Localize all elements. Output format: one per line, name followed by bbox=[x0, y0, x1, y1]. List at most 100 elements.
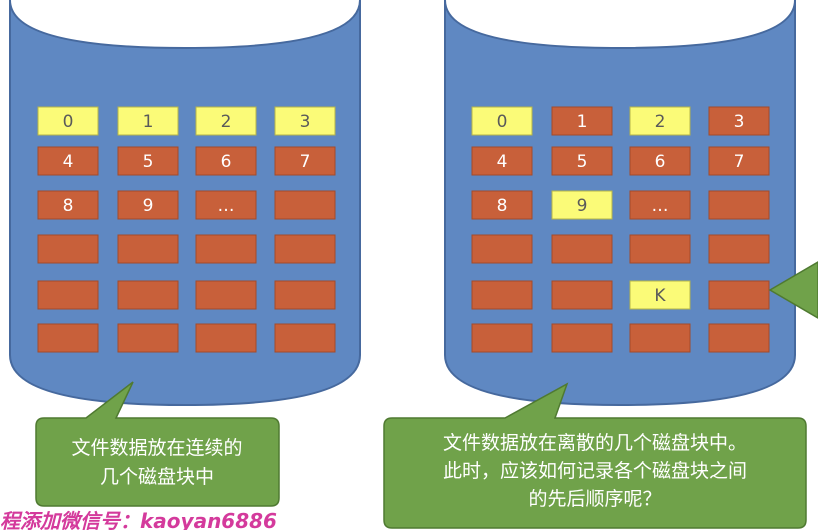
left-disk-block-label: 1 bbox=[143, 112, 154, 132]
left-disk-block: 3 bbox=[274, 106, 336, 136]
right-disk-block-rect bbox=[551, 280, 613, 310]
right-disk-block-rect bbox=[708, 234, 770, 264]
left-disk-block-rect bbox=[37, 323, 99, 353]
right-disk-block bbox=[708, 234, 770, 264]
left-disk-block-label: 3 bbox=[300, 112, 311, 132]
left-disk-block: 6 bbox=[195, 146, 257, 176]
left-disk-block bbox=[195, 323, 257, 353]
left-disk-block-rect bbox=[117, 323, 179, 353]
right-disk-block-label: 5 bbox=[577, 152, 588, 172]
left-disk-block: 1 bbox=[117, 106, 179, 136]
left-disk-block-rect bbox=[195, 234, 257, 264]
left-disk-block: 2 bbox=[195, 106, 257, 136]
left-disk-block: 5 bbox=[117, 146, 179, 176]
left-disk-block-rect bbox=[274, 190, 336, 220]
left-disk-block-label: … bbox=[218, 196, 235, 216]
left-disk-block-label: 9 bbox=[143, 196, 154, 216]
right-disk-block-rect bbox=[708, 323, 770, 353]
right-disk-block: … bbox=[629, 190, 691, 220]
right-disk-block-label: 0 bbox=[497, 112, 508, 132]
right-disk-block bbox=[629, 234, 691, 264]
right-disk-block bbox=[471, 323, 533, 353]
right-disk-block: 9 bbox=[551, 190, 613, 220]
left-disk-block-label: 5 bbox=[143, 152, 154, 172]
left-disk-block-rect bbox=[37, 234, 99, 264]
left-disk-block-rect bbox=[274, 323, 336, 353]
left-disk-block-rect bbox=[195, 323, 257, 353]
left-disk-block-rect bbox=[37, 280, 99, 310]
left-disk-block bbox=[274, 234, 336, 264]
left-disk-block: 7 bbox=[274, 146, 336, 176]
right-disk-block bbox=[471, 280, 533, 310]
right-callout-line-2: 此时，应该如何记录各个磁盘块之间 bbox=[443, 460, 747, 482]
left-disk-block: 0 bbox=[37, 106, 99, 136]
right-disk-block-label: 6 bbox=[655, 152, 666, 172]
left-disk: 0 1 2 3 4 5 6 7 8 9 … bbox=[9, 0, 361, 407]
left-disk-block bbox=[195, 234, 257, 264]
left-disk-block bbox=[37, 280, 99, 310]
right-disk-block: 1 bbox=[551, 106, 613, 136]
right-disk-block-rect bbox=[708, 190, 770, 220]
right-disk-block-rect bbox=[629, 234, 691, 264]
right-disk-block bbox=[708, 323, 770, 353]
right-disk-block-label: K bbox=[654, 286, 666, 306]
left-disk-block-label: 4 bbox=[63, 152, 74, 172]
right-disk-block-rect bbox=[551, 323, 613, 353]
left-disk-block bbox=[37, 323, 99, 353]
right-disk-block: 5 bbox=[551, 146, 613, 176]
disk-allocation-diagram: 0 1 2 3 4 5 6 7 8 9 … 0 1 2 3 4 5 6 7 8 9 … K 文件数据放在连续的 几个磁盘块… bbox=[0, 0, 818, 530]
left-disk-block bbox=[117, 280, 179, 310]
left-disk-block: 9 bbox=[117, 190, 179, 220]
left-disk-block-rect bbox=[195, 280, 257, 310]
left-disk-block-label: 8 bbox=[63, 196, 74, 216]
left-disk-block bbox=[274, 190, 336, 220]
right-disk-block-label: 2 bbox=[655, 112, 666, 132]
right-disk-block bbox=[708, 190, 770, 220]
right-disk-block: 4 bbox=[471, 146, 533, 176]
right-disk-block-rect bbox=[629, 323, 691, 353]
right-disk-block-rect bbox=[471, 323, 533, 353]
right-disk: 0 1 2 3 4 5 6 7 8 9 … K bbox=[444, 0, 796, 407]
left-disk-block-label: 2 bbox=[221, 112, 232, 132]
right-disk-block-label: 7 bbox=[734, 152, 745, 172]
right-disk-block bbox=[551, 323, 613, 353]
left-disk-block bbox=[117, 234, 179, 264]
right-disk-block bbox=[471, 234, 533, 264]
left-disk-block: 8 bbox=[37, 190, 99, 220]
left-disk-block bbox=[195, 280, 257, 310]
left-disk-block: … bbox=[195, 190, 257, 220]
right-disk-block: 8 bbox=[471, 190, 533, 220]
right-disk-block: 2 bbox=[629, 106, 691, 136]
right-disk-block-rect bbox=[471, 234, 533, 264]
left-disk-block-rect bbox=[117, 234, 179, 264]
left-disk-block-label: 6 bbox=[221, 152, 232, 172]
right-callout-line-1: 文件数据放在离散的几个磁盘块中。 bbox=[443, 432, 747, 454]
right-disk-block-label: 8 bbox=[497, 196, 508, 216]
left-disk-block-rect bbox=[274, 280, 336, 310]
right-disk-block: 7 bbox=[708, 146, 770, 176]
right-disk-block: 0 bbox=[471, 106, 533, 136]
right-disk-block: 6 bbox=[629, 146, 691, 176]
left-disk-block bbox=[274, 280, 336, 310]
right-disk-block: K bbox=[629, 280, 691, 310]
left-disk-block bbox=[117, 323, 179, 353]
right-disk-block-label: 9 bbox=[577, 196, 588, 216]
right-disk-block-label: 1 bbox=[577, 112, 588, 132]
left-disk-block: 4 bbox=[37, 146, 99, 176]
right-disk-block-rect bbox=[708, 280, 770, 310]
watermark-text: 程添加微信号：kaoyan6886 bbox=[0, 509, 277, 530]
right-disk-block-label: 3 bbox=[734, 112, 745, 132]
left-disk-block bbox=[274, 323, 336, 353]
left-disk-block-rect bbox=[274, 234, 336, 264]
left-callout-line-1: 文件数据放在连续的 bbox=[71, 437, 242, 459]
right-disk-block-label: 4 bbox=[497, 152, 508, 172]
right-disk-block bbox=[708, 280, 770, 310]
left-callout-line-2: 几个磁盘块中 bbox=[100, 466, 214, 488]
left-disk-block-label: 0 bbox=[63, 112, 74, 132]
left-disk-block bbox=[37, 234, 99, 264]
left-disk-block-label: 7 bbox=[300, 152, 311, 172]
right-disk-block-rect bbox=[551, 234, 613, 264]
right-disk-block-rect bbox=[471, 280, 533, 310]
right-callout-line-3: 的先后顺序呢？ bbox=[528, 488, 661, 510]
right-disk-block-label: … bbox=[652, 196, 669, 216]
